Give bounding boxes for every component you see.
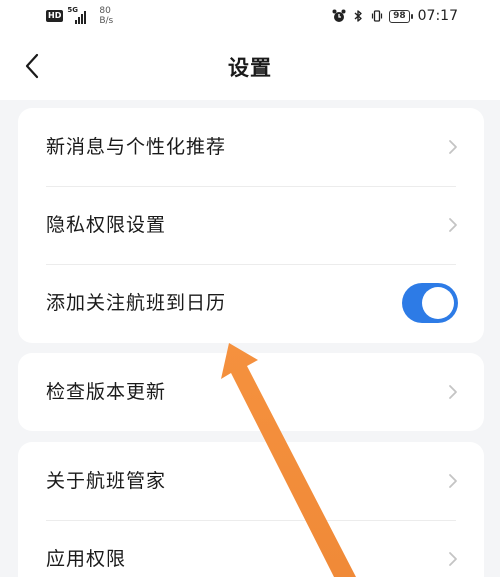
chevron-right-icon [449, 474, 457, 488]
row-label: 添加关注航班到日历 [46, 292, 227, 314]
row-label: 新消息与个性化推荐 [46, 136, 227, 158]
toggle-knob [422, 287, 454, 319]
row-add-flights-to-calendar: 添加关注航班到日历 [18, 264, 484, 342]
row-label: 检查版本更新 [46, 381, 167, 403]
settings-group-2: 检查版本更新 [18, 353, 484, 431]
row-label: 关于航班管家 [46, 470, 167, 492]
chevron-right-icon [449, 218, 457, 232]
bluetooth-icon [354, 10, 362, 22]
net-speed-value: 80 [99, 6, 111, 16]
row-app-permissions[interactable]: 应用权限 [18, 520, 484, 577]
row-check-update[interactable]: 检查版本更新 [18, 353, 484, 431]
row-privacy-settings[interactable]: 隐私权限设置 [18, 186, 484, 264]
row-label: 隐私权限设置 [46, 214, 167, 236]
hd-badge: HD [46, 10, 64, 22]
status-bar: HD 5G 80 B/s 98 07:17 [0, 0, 500, 32]
battery-level: 98 [393, 11, 406, 21]
alarm-icon [332, 9, 346, 22]
signal-icon: 5G [67, 6, 93, 24]
vibrate-icon [372, 10, 383, 22]
chevron-right-icon [449, 385, 457, 399]
chevron-right-icon [449, 140, 457, 154]
clock: 07:17 [417, 8, 458, 24]
row-new-messages-recommend[interactable]: 新消息与个性化推荐 [18, 108, 484, 186]
chevron-right-icon [449, 552, 457, 566]
net-speed: 80 B/s [99, 6, 113, 26]
page-title: 设置 [228, 56, 272, 80]
status-left: HD 5G 80 B/s [46, 4, 113, 28]
settings-group-1: 新消息与个性化推荐 隐私权限设置 添加关注航班到日历 [18, 108, 484, 343]
row-about[interactable]: 关于航班管家 [18, 442, 484, 520]
net-speed-unit: B/s [99, 16, 114, 26]
settings-screen: HD 5G 80 B/s 98 07:17 设置 新消息与个性化推荐 隐私权限设… [0, 0, 500, 577]
battery-indicator: 98 [389, 9, 413, 23]
settings-group-3: 关于航班管家 应用权限 [18, 442, 484, 577]
calendar-sync-toggle[interactable] [402, 283, 458, 323]
row-label: 应用权限 [46, 548, 127, 570]
top-bar: 设置 [0, 32, 500, 100]
status-right: 98 07:17 [332, 4, 458, 28]
